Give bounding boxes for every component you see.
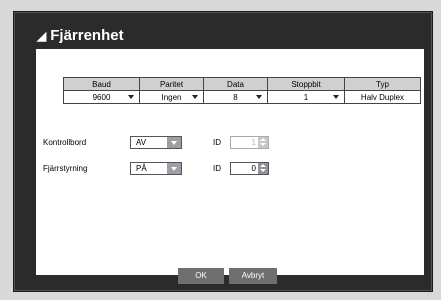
kontrollbord-label: Kontrollbord [43, 138, 87, 147]
fjarrstyrning-label: Fjärrstyrning [43, 164, 88, 173]
remote-device-dialog: ◢ Fjärrenhet Baud Paritet Data Stoppbit … [14, 12, 432, 291]
table-header-row: Baud Paritet Data Stoppbit Typ [63, 77, 421, 91]
serial-settings-table: Baud Paritet Data Stoppbit Typ 9600 Inge… [63, 77, 421, 104]
cancel-button[interactable]: Avbryt [229, 268, 277, 284]
table-row: 9600 Ingen 8 1 Halv Duplex [63, 90, 421, 104]
fjarrstyrning-id-value: 0 [251, 164, 256, 173]
header-paritet: Paritet [139, 77, 204, 91]
baud-value: 9600 [92, 92, 111, 102]
baud-select[interactable]: 9600 [63, 90, 140, 104]
stepper-arrows-icon [258, 163, 268, 174]
kontrollbord-id-stepper[interactable]: 1 [230, 136, 269, 149]
fjarrstyrning-id-label: ID [213, 164, 221, 173]
kontrollbord-id-value: 1 [251, 138, 256, 147]
chevron-down-icon [192, 95, 198, 99]
kontrollbord-select[interactable]: AV [130, 136, 182, 149]
dialog-title-text: Fjärrenhet [50, 27, 124, 44]
fjarrstyrning-id-stepper[interactable]: 0 [230, 162, 269, 175]
fjarrstyrning-select[interactable]: PÅ [130, 162, 182, 175]
data-value: 8 [233, 92, 238, 102]
paritet-value: Ingen [161, 92, 182, 102]
paritet-select[interactable]: Ingen [139, 90, 204, 104]
header-typ: Typ [344, 77, 421, 91]
chevron-down-icon [167, 137, 181, 148]
stepper-arrows-icon [258, 137, 268, 148]
stoppbit-select[interactable]: 1 [267, 90, 345, 104]
ok-button[interactable]: OK [178, 268, 224, 284]
chevron-down-icon [167, 163, 181, 174]
kontrollbord-id-label: ID [213, 138, 221, 147]
stoppbit-value: 1 [303, 92, 309, 102]
header-data: Data [203, 77, 268, 91]
data-select[interactable]: 8 [203, 90, 268, 104]
content-panel: Baud Paritet Data Stoppbit Typ 9600 Inge… [36, 49, 424, 275]
fjarrstyrning-value: PÅ [136, 164, 147, 173]
header-baud: Baud [63, 77, 140, 91]
kontrollbord-value: AV [136, 138, 147, 147]
signal-icon: ◢ [37, 28, 47, 43]
typ-value: Halv Duplex [344, 90, 421, 104]
header-stoppbit: Stoppbit [267, 77, 345, 91]
dialog-title: ◢ Fjärrenhet [37, 27, 124, 44]
chevron-down-icon [256, 95, 262, 99]
chevron-down-icon [128, 95, 134, 99]
chevron-down-icon [333, 95, 339, 99]
